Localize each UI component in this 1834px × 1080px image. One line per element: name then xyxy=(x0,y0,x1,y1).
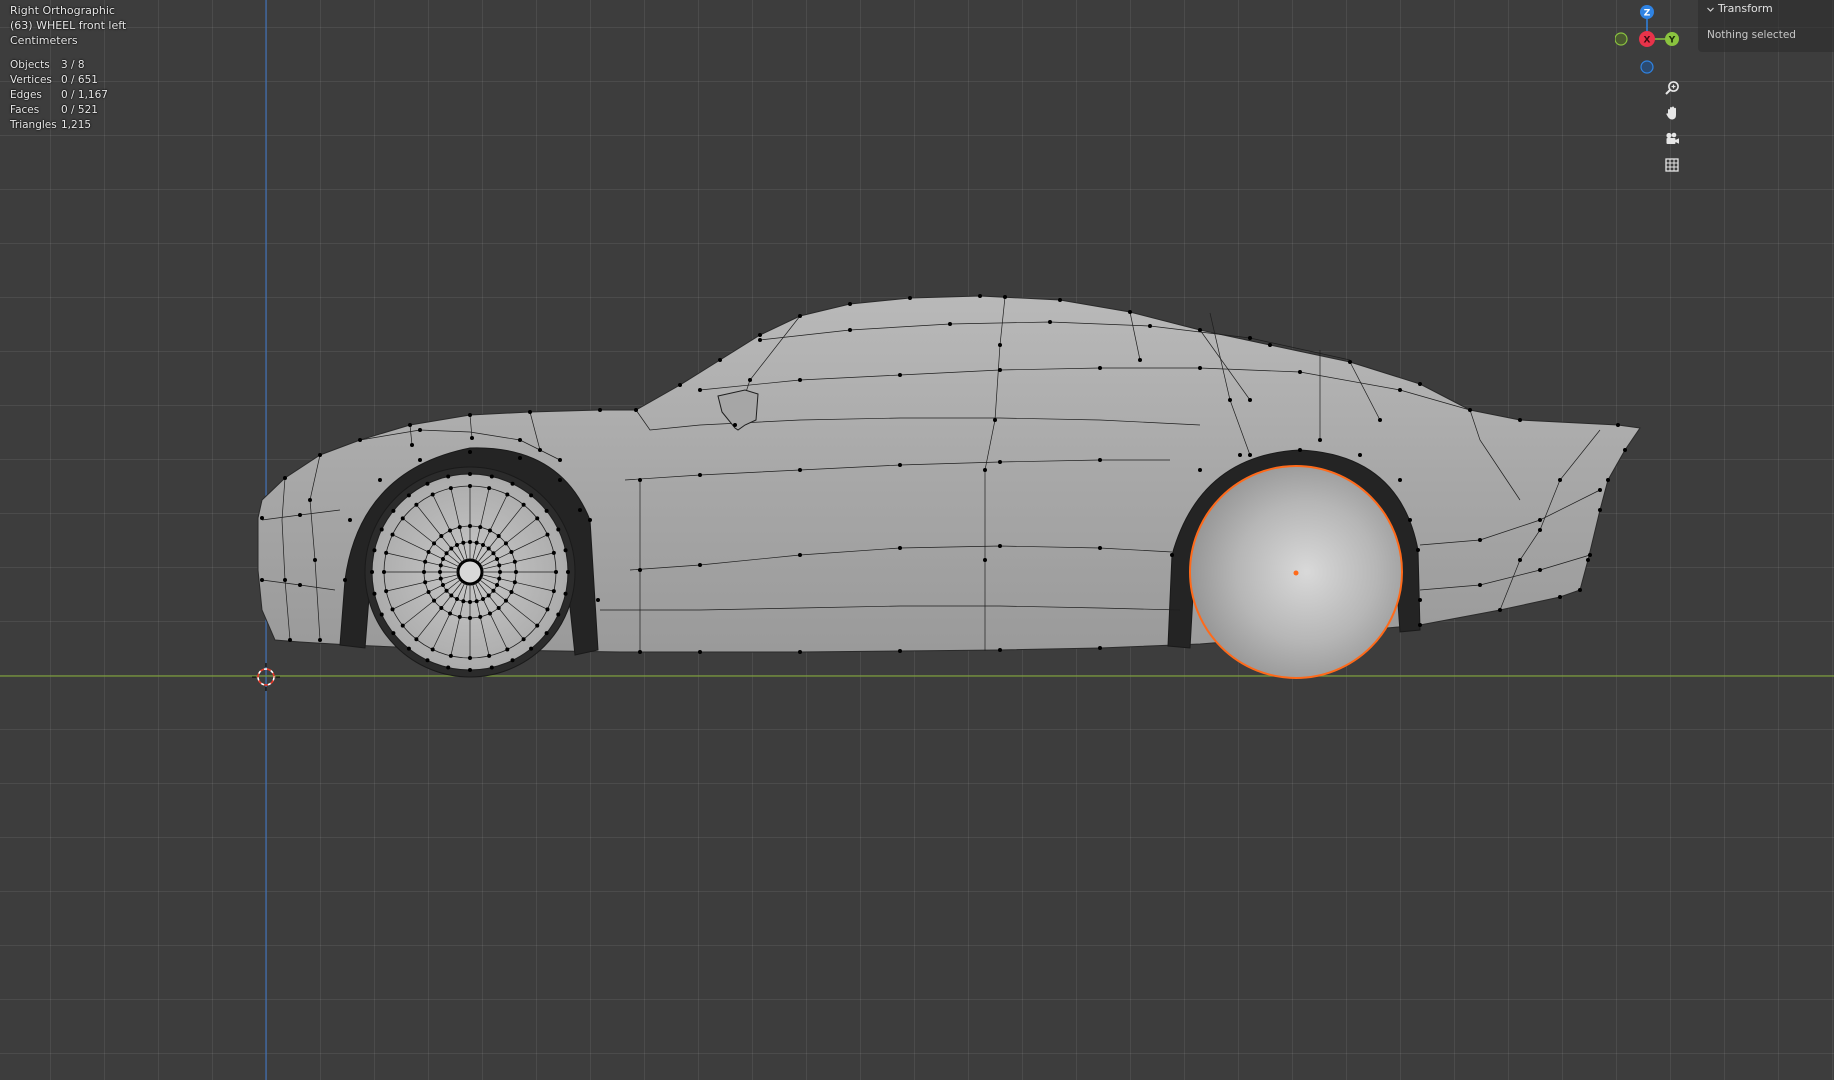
stat-label: Objects xyxy=(10,59,50,71)
camera-icon xyxy=(1666,132,1679,144)
scene-statistics: Objects 3 / 8 Vertices 0 / 651 Edges 0 /… xyxy=(10,58,108,133)
rear-wheel-origin xyxy=(1293,570,1299,576)
camera-view-button[interactable] xyxy=(1659,127,1685,151)
scene-canvas[interactable] xyxy=(0,0,1834,1080)
stat-value: 1,215 xyxy=(61,119,92,131)
pan-hand-icon xyxy=(1666,106,1676,120)
stat-value: 3 / 8 xyxy=(61,59,85,71)
gizmo-z-label: Z xyxy=(1644,9,1651,19)
stat-row-vertices: Vertices 0 / 651 xyxy=(10,73,108,88)
transform-panel-title: Transform xyxy=(1718,2,1773,15)
stat-label: Triangles xyxy=(10,119,57,131)
transform-panel-status: Nothing selected xyxy=(1707,29,1796,41)
unit-system: Centimeters xyxy=(10,34,78,47)
stat-row-faces: Faces 0 / 521 xyxy=(10,103,108,118)
stat-label: Edges xyxy=(10,89,42,101)
zoom-button[interactable] xyxy=(1659,76,1685,100)
stat-value: 0 / 1,167 xyxy=(61,89,108,101)
front-wheel-mesh[interactable] xyxy=(364,466,576,678)
grid-view-icon xyxy=(1665,158,1679,172)
stat-row-objects: Objects 3 / 8 xyxy=(10,58,108,73)
gizmo-neg-y[interactable] xyxy=(1615,32,1628,46)
gizmo-y-label: Y xyxy=(1668,36,1676,46)
active-object-name: (63) WHEEL front left xyxy=(10,19,127,32)
stat-label: Faces xyxy=(10,104,40,116)
rear-wheel-mesh[interactable] xyxy=(1189,465,1403,679)
viewport-info: Right Orthographic (63) WHEEL front left… xyxy=(10,3,126,48)
stat-row-triangles: Triangles 1,215 xyxy=(10,118,108,133)
view-name: Right Orthographic xyxy=(10,4,115,17)
gizmo-x-label: X xyxy=(1644,36,1651,46)
navigation-gizmo[interactable]: Z Y X xyxy=(1615,2,1680,77)
chevron-down-icon xyxy=(1707,7,1714,12)
3d-viewport[interactable]: Right Orthographic (63) WHEEL front left… xyxy=(0,0,1834,1080)
toggle-projection-button[interactable] xyxy=(1659,153,1685,177)
pan-button[interactable] xyxy=(1659,101,1685,125)
stat-label: Vertices xyxy=(10,74,52,86)
stat-value: 0 / 521 xyxy=(61,104,98,116)
gizmo-neg-z[interactable] xyxy=(1640,60,1654,74)
transform-panel-header[interactable]: Transform xyxy=(1706,2,1773,16)
stat-value: 0 / 651 xyxy=(61,74,98,86)
sidebar-panel[interactable]: Transform Nothing selected xyxy=(1698,0,1834,52)
zoom-icon xyxy=(1665,81,1679,95)
stat-row-edges: Edges 0 / 1,167 xyxy=(10,88,108,103)
